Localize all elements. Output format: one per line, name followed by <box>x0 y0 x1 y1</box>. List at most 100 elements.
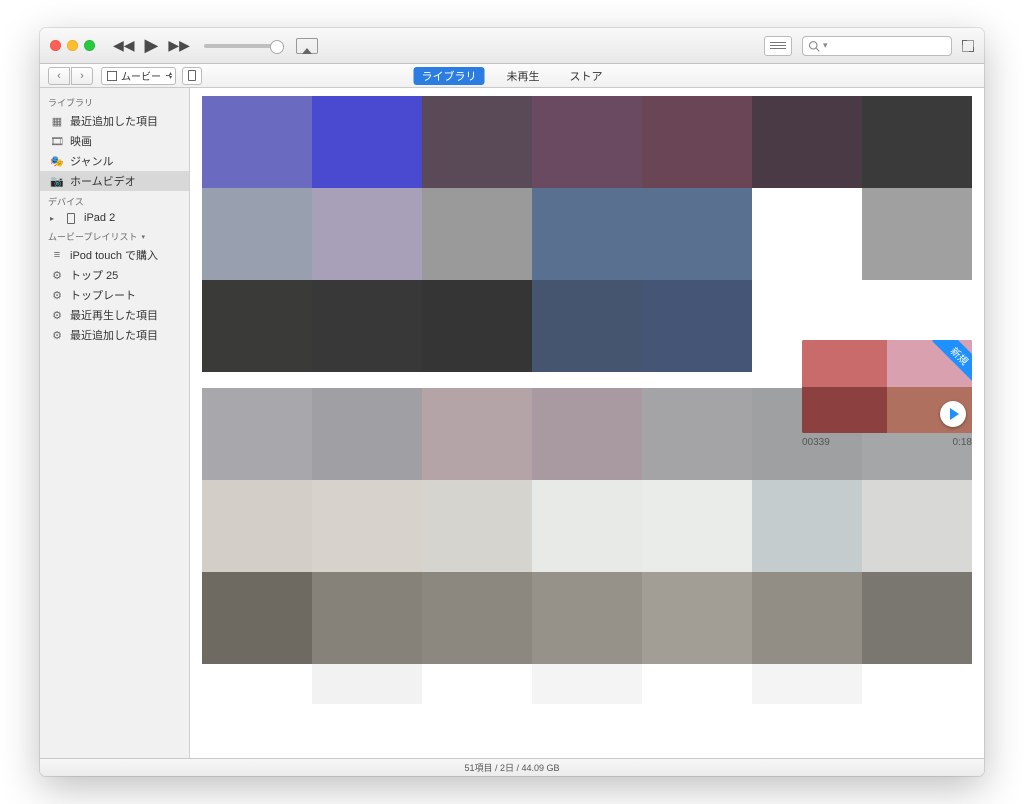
camera-icon: 📷 <box>50 175 64 187</box>
sidebar-header-devices: デバイス <box>40 191 189 210</box>
thumbnail-tile[interactable] <box>202 388 312 480</box>
mosaic-row <box>202 664 972 704</box>
content-grid[interactable]: 新規 00339 0:18 <box>190 88 984 758</box>
grid-icon: ▦ <box>50 115 64 127</box>
search-input[interactable]: ▾ <box>802 36 952 56</box>
thumbnail-tile[interactable] <box>312 388 422 480</box>
thumbnail-tile[interactable] <box>202 280 312 372</box>
tab-unplayed[interactable]: 未再生 <box>499 67 548 85</box>
media-type-select[interactable]: ムービー ▴▾ <box>101 67 176 85</box>
thumbnail-tile[interactable] <box>312 572 422 664</box>
thumbnail-tile[interactable] <box>862 480 972 572</box>
thumbnail-tile[interactable] <box>422 388 532 480</box>
nav-forward-button[interactable]: › <box>71 67 93 85</box>
video-duration: 0:18 <box>953 437 972 448</box>
navbar: ‹ › ムービー ▴▾ ライブラリ 未再生 ストア <box>40 64 984 88</box>
thumbnail-tile[interactable] <box>312 280 422 372</box>
sidebar-header-playlists[interactable]: ムービープレイリスト ▾ <box>40 226 189 245</box>
thumbnail-tile[interactable] <box>202 572 312 664</box>
thumbnail-tile[interactable] <box>532 572 642 664</box>
thumbnail-tile[interactable] <box>862 96 972 188</box>
rewind-icon[interactable]: ◀◀ <box>113 37 135 54</box>
thumbnail-tile[interactable] <box>202 480 312 572</box>
thumbnail-tile[interactable] <box>422 480 532 572</box>
nav-arrows: ‹ › <box>48 67 93 85</box>
thumbnail-tile[interactable] <box>312 480 422 572</box>
sidebar-item-ipod-purchased[interactable]: ≡ iPod touch で購入 <box>40 245 189 265</box>
video-title: 00339 <box>802 437 830 448</box>
thumbnail-tile[interactable] <box>532 388 642 480</box>
view-tabs: ライブラリ 未再生 ストア <box>414 67 611 85</box>
forward-icon[interactable]: ▶▶ <box>168 37 190 54</box>
zoom-icon[interactable] <box>84 40 95 51</box>
mosaic-row <box>202 96 972 188</box>
mosaic-row <box>202 480 972 572</box>
thumbnail-tile[interactable] <box>752 96 862 188</box>
gear-icon: ⚙ <box>50 329 64 341</box>
thumbnail-tile[interactable] <box>422 188 532 280</box>
fullscreen-icon[interactable] <box>962 40 974 52</box>
masks-icon: 🎭 <box>50 155 64 167</box>
media-type-label: ムービー <box>121 68 161 83</box>
sidebar-item-recently-added[interactable]: ▦ 最近追加した項目 <box>40 111 189 131</box>
status-bar: 51項目 / 2日 / 44.09 GB <box>40 758 984 776</box>
minimize-icon[interactable] <box>67 40 78 51</box>
thumbnail-tile[interactable] <box>642 572 752 664</box>
sidebar-item-recently-added-2[interactable]: ⚙ 最近追加した項目 <box>40 325 189 345</box>
thumbnail-tile[interactable] <box>862 572 972 664</box>
thumbnail-tile[interactable] <box>752 572 862 664</box>
gear-icon: ⚙ <box>50 309 64 321</box>
gear-icon: ⚙ <box>50 269 64 281</box>
search-icon <box>808 40 820 52</box>
thumbnail-tile[interactable] <box>422 96 532 188</box>
sidebar-header-library: ライブラリ <box>40 92 189 111</box>
thumbnail-tile[interactable] <box>532 96 642 188</box>
thumbnail-tile[interactable] <box>752 480 862 572</box>
thumbnail-tile[interactable] <box>642 480 752 572</box>
airplay-icon[interactable] <box>296 38 318 54</box>
thumbnail-tile[interactable] <box>312 664 422 704</box>
sidebar-item-home-videos[interactable]: 📷 ホームビデオ <box>40 171 189 191</box>
body: ライブラリ ▦ 最近追加した項目 🎞 映画 🎭 ジャンル 📷 ホームビデオ デバ… <box>40 88 984 758</box>
close-icon[interactable] <box>50 40 61 51</box>
thumbnail-tile[interactable] <box>642 664 752 704</box>
video-card[interactable]: 新規 00339 0:18 <box>802 340 972 448</box>
list-view-icon[interactable] <box>764 36 792 56</box>
thumbnail-tile[interactable] <box>202 96 312 188</box>
sidebar-item-genres[interactable]: 🎭 ジャンル <box>40 151 189 171</box>
play-icon[interactable]: ▶ <box>145 35 159 56</box>
sidebar-item-movies[interactable]: 🎞 映画 <box>40 131 189 151</box>
thumbnail-tile[interactable] <box>422 280 532 372</box>
thumbnail-tile[interactable] <box>752 664 862 704</box>
thumbnail-tile[interactable] <box>642 280 752 372</box>
thumbnail-tile[interactable] <box>532 280 642 372</box>
thumbnail-tile[interactable] <box>752 188 862 280</box>
thumbnail-tile[interactable] <box>312 188 422 280</box>
thumbnail-tile[interactable] <box>532 480 642 572</box>
thumbnail-tile[interactable] <box>642 388 752 480</box>
thumbnail-tile[interactable] <box>532 664 642 704</box>
thumbnail-tile[interactable] <box>312 96 422 188</box>
disclosure-icon[interactable]: ▸ <box>50 214 58 223</box>
thumbnail-tile[interactable] <box>202 188 312 280</box>
movie-icon <box>107 71 117 81</box>
thumbnail-tile[interactable] <box>642 188 752 280</box>
thumbnail-tile[interactable] <box>532 188 642 280</box>
nav-back-button[interactable]: ‹ <box>48 67 70 85</box>
thumbnail-tile[interactable] <box>422 664 532 704</box>
volume-slider[interactable] <box>204 44 284 48</box>
tab-library[interactable]: ライブラリ <box>414 67 485 85</box>
thumbnail-tile[interactable] <box>422 572 532 664</box>
sidebar-item-top-rated[interactable]: ⚙ トップレート <box>40 285 189 305</box>
sidebar-item-top25[interactable]: ⚙ トップ 25 <box>40 265 189 285</box>
thumbnail-tile[interactable] <box>862 188 972 280</box>
tab-store[interactable]: ストア <box>562 67 611 85</box>
play-overlay-icon[interactable] <box>940 401 966 427</box>
thumbnail-tile[interactable] <box>862 664 972 704</box>
device-button[interactable] <box>182 67 202 85</box>
window: ◀◀ ▶ ▶▶ ▾ ‹ › ムービー ▴▾ ライブラリ 未再 <box>40 28 984 776</box>
thumbnail-tile[interactable] <box>202 664 312 704</box>
thumbnail-tile[interactable] <box>642 96 752 188</box>
sidebar-item-recently-played[interactable]: ⚙ 最近再生した項目 <box>40 305 189 325</box>
sidebar-item-ipad[interactable]: ▸ iPad 2 <box>40 210 189 226</box>
